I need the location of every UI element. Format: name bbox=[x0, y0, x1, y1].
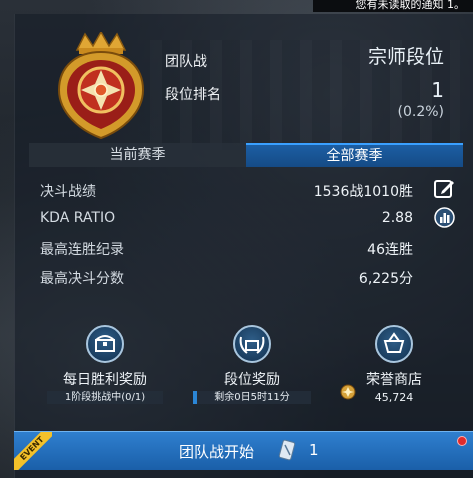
honor-medal-icon bbox=[340, 384, 356, 400]
stat-label: KDA RATIO bbox=[40, 210, 116, 226]
rank-position-value: 1 bbox=[431, 78, 444, 102]
rank-reward[interactable]: 段位奖励 剩余0日5时11分 bbox=[193, 325, 311, 404]
stat-row-top-score: 最高决斗分数 6,225分 bbox=[29, 262, 463, 291]
progress-fill bbox=[193, 391, 197, 404]
season-tabs: 当前赛季 全部赛季 bbox=[29, 143, 463, 167]
stat-row-win-streak: 最高连胜纪录 46连胜 bbox=[29, 233, 463, 262]
tab-all-seasons[interactable]: 全部赛季 bbox=[246, 143, 463, 167]
mode-label: 团队战 bbox=[165, 54, 207, 70]
daily-reward-progress: 1阶段挑战中(0/1) bbox=[47, 391, 163, 404]
honor-points-value: 45,724 bbox=[374, 391, 414, 404]
stat-label: 决斗战绩 bbox=[40, 184, 96, 200]
start-button-label: 团队战开始 bbox=[179, 443, 255, 461]
daily-reward-status: 1阶段挑战中(0/1) bbox=[64, 392, 146, 403]
rank-reward-title: 段位奖励 bbox=[224, 372, 280, 388]
stat-label: 最高连胜纪录 bbox=[40, 242, 124, 258]
rewards-section: 每日胜利奖励 1阶段挑战中(0/1) 段位奖励 剩余0日5时11分 荣誉商店 4… bbox=[29, 325, 463, 415]
stat-row-duel-record: 决斗战绩 1536战1010胜 bbox=[29, 175, 463, 204]
chest-icon bbox=[86, 325, 124, 363]
notification-bar[interactable]: 您有未读取的通知 1。 bbox=[313, 0, 473, 12]
stats-list: 决斗战绩 1536战1010胜 KDA RATIO 2.88 最高连胜纪录 46… bbox=[29, 175, 463, 291]
rank-reward-timer: 剩余0日5时11分 bbox=[214, 392, 290, 403]
rank-position-label: 段位排名 bbox=[165, 87, 221, 103]
honor-points: 45,724 bbox=[339, 384, 449, 404]
rank-name: 宗师段位 bbox=[367, 46, 444, 68]
honor-shop[interactable]: 荣誉商店 45,724 bbox=[339, 325, 449, 404]
stat-value: 2.88 bbox=[381, 210, 413, 226]
rank-reward-progress: 剩余0日5时11分 bbox=[193, 391, 311, 404]
stat-label: 最高决斗分数 bbox=[40, 271, 124, 287]
event-ribbon: EVENT bbox=[14, 432, 52, 470]
event-tag: EVENT bbox=[14, 432, 52, 470]
team-battle-start-button[interactable]: EVENT 团队战开始 1 bbox=[14, 431, 473, 470]
rank-percent: (0.2%) bbox=[397, 104, 445, 120]
ticket-icon bbox=[278, 439, 296, 461]
stat-row-kda: KDA RATIO 2.88 bbox=[29, 204, 463, 233]
ticket-count: 1 bbox=[309, 441, 319, 459]
daily-reward[interactable]: 每日胜利奖励 1阶段挑战中(0/1) bbox=[47, 325, 163, 404]
tab-current-season[interactable]: 当前赛季 bbox=[29, 143, 246, 167]
daily-reward-title: 每日胜利奖励 bbox=[63, 372, 147, 388]
edit-icon[interactable] bbox=[434, 178, 455, 199]
basket-icon bbox=[375, 325, 413, 363]
notification-dot bbox=[457, 436, 467, 446]
stat-value: 1536战1010胜 bbox=[313, 184, 413, 200]
rank-emblem-icon bbox=[57, 32, 145, 140]
stat-value: 6,225分 bbox=[358, 271, 413, 287]
info-icon[interactable] bbox=[434, 207, 455, 228]
stat-value: 46连胜 bbox=[367, 242, 413, 258]
laurel-chest-icon bbox=[233, 325, 271, 363]
